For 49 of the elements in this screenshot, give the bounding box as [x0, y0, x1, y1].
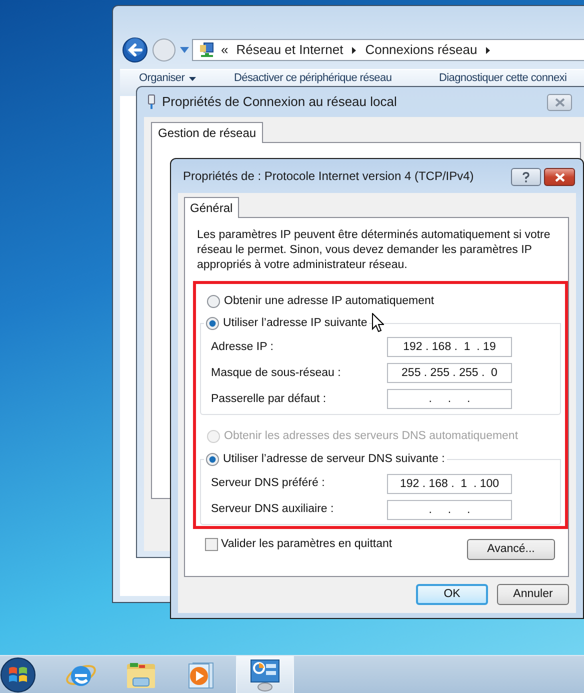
caret-icon — [188, 76, 196, 80]
radio-button[interactable] — [207, 295, 220, 308]
field-label: Serveur DNS préféré : — [211, 476, 326, 491]
help-button[interactable] — [511, 168, 541, 186]
checkbox-label[interactable]: Valider les paramètres en quittant — [221, 536, 392, 554]
dialog-button[interactable]: Annuler — [497, 584, 569, 605]
field-label: Passerelle par défaut : — [211, 392, 328, 407]
breadcrumb-arrow-icon[interactable] — [485, 46, 492, 54]
toolbar-button[interactable]: Organiser — [139, 72, 234, 85]
close-button[interactable] — [544, 168, 575, 186]
breadcrumb-arrow-icon[interactable] — [351, 46, 358, 54]
back-icon[interactable] — [122, 37, 148, 63]
tab[interactable]: Gestion de réseau — [151, 122, 264, 143]
close-icon — [554, 98, 564, 107]
breadcrumb[interactable]: Réseau et Internet — [236, 40, 344, 60]
ip-address-field[interactable]: 192 . 168 . 1 . 100 — [387, 474, 512, 494]
radio-button[interactable] — [206, 453, 219, 466]
ip-address-field[interactable]: . . . — [387, 500, 512, 520]
taskbar-button[interactable] — [236, 656, 294, 693]
toolbar-button[interactable]: Diagnostiquer cette connexi — [439, 72, 584, 85]
checkbox[interactable] — [205, 538, 218, 551]
history-dropdown-icon[interactable] — [180, 47, 189, 53]
radio-label[interactable]: Utiliser l’adresse de serveur DNS suivante : — [223, 450, 445, 468]
mouse-cursor-icon — [372, 313, 384, 332]
ip-address-field[interactable]: . . . — [387, 389, 512, 410]
ip-address-field[interactable]: 255 . 255 . 255 . 0 — [387, 363, 512, 384]
close-icon — [554, 172, 564, 182]
radio-button[interactable] — [206, 316, 219, 330]
radio-label[interactable]: Utiliser l’adresse IP suivante — [223, 314, 368, 332]
toolbar-button[interactable]: Désactiver ce périphérique réseau — [234, 72, 439, 85]
advanced-button[interactable]: Avancé... — [467, 539, 555, 560]
window-title: Propriétés de Connexion au réseau local — [162, 93, 397, 112]
breadcrumb[interactable]: Connexions réseau — [365, 40, 478, 60]
help-icon — [522, 172, 530, 182]
field-label: Serveur DNS auxiliaire : — [211, 502, 335, 517]
start-orb-icon — [0, 656, 36, 692]
control-panel-icon — [249, 658, 281, 692]
dialog-button[interactable]: OK — [416, 584, 488, 605]
network-plug-icon — [147, 94, 156, 110]
ip-address-field[interactable]: 192 . 168 . 1 . 19 — [387, 337, 512, 358]
address-bar[interactable]: « Réseau et Internet Connexions réseau — [192, 39, 584, 61]
description-text: Les paramètres IP peuvent être déterminés automatiquement si votre réseau le permet. Sinon, vous devez demander les paramètres IP appropriés à votre administrateur réseau. — [197, 228, 552, 273]
network-folder-icon — [199, 42, 215, 58]
tab[interactable]: Général — [184, 197, 239, 218]
path-chevron[interactable]: « — [221, 40, 228, 60]
window-title: Propriétés de : Protocole Internet version 4 (TCP/IPv4) — [183, 168, 474, 185]
radio-label[interactable]: Obtenir une adresse IP automatiquement — [224, 293, 434, 310]
field-label: Masque de sous-réseau : — [211, 366, 342, 381]
field-label: Adresse IP : — [211, 340, 274, 355]
